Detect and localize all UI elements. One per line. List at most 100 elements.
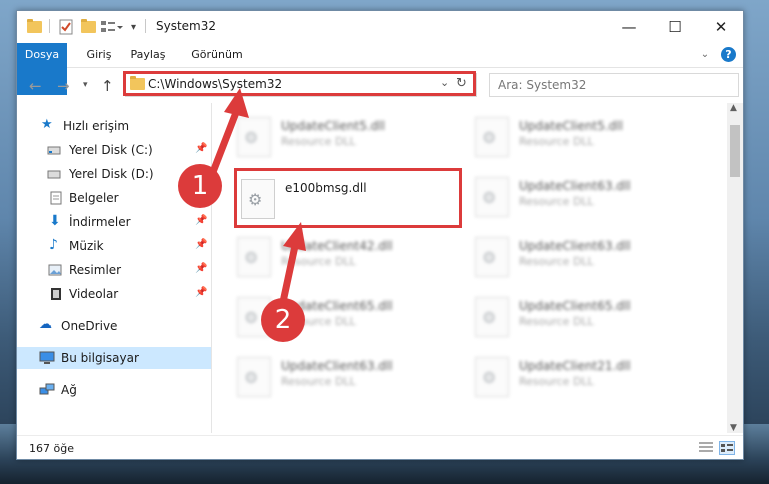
cloud-icon: ☁ <box>39 317 52 332</box>
list-item[interactable]: UpdateClient42.dll Resource DLL <box>225 229 455 281</box>
tab-share[interactable]: Paylaş <box>125 43 171 67</box>
video-icon <box>49 287 63 301</box>
step-1-badge: 1 <box>178 164 222 208</box>
expand-ribbon-icon[interactable]: ⌄ <box>697 43 713 67</box>
sidebar-item-label: Müzik <box>69 239 104 253</box>
list-item[interactable]: UpdateClient5.dll Resource DLL <box>225 109 455 161</box>
divider <box>49 19 50 33</box>
list-item[interactable]: UpdateClient63.dll Resource DLL <box>463 169 693 221</box>
sidebar-item-drive-c[interactable]: Yerel Disk (C:) 📌 <box>17 139 211 161</box>
file-type: Resource DLL <box>281 135 356 148</box>
file-type: Resource DLL <box>519 315 594 328</box>
list-item[interactable]: UpdateClient21.dll Resource DLL <box>463 349 693 401</box>
minimize-button[interactable]: — <box>606 11 652 43</box>
pin-icon[interactable]: 📌 <box>195 143 207 154</box>
sidebar-item-label: Resimler <box>69 263 122 277</box>
sidebar-item-music[interactable]: ♪ Müzik 📌 <box>17 235 211 257</box>
file-list: UpdateClient5.dll Resource DLL UpdateCli… <box>225 103 727 433</box>
scroll-down-icon[interactable]: ▼ <box>730 423 737 433</box>
ribbon-tabs: Dosya Giriş Paylaş Görünüm ⌄ ? <box>17 43 743 95</box>
tiles-view-icon[interactable] <box>719 441 735 455</box>
sidebar-item-videos[interactable]: Videolar 📌 <box>17 283 211 305</box>
list-item[interactable]: UpdateClient63.dll Resource DLL <box>225 349 455 401</box>
sidebar-item-onedrive[interactable]: ☁ OneDrive <box>17 315 211 337</box>
close-button[interactable]: ✕ <box>698 11 744 43</box>
sidebar-item-label: Yerel Disk (D:) <box>69 167 154 181</box>
dll-file-icon <box>475 117 509 157</box>
sidebar-item-label: İndirmeler <box>69 215 131 229</box>
list-item[interactable]: UpdateClient65.dll Resource DLL <box>225 289 455 341</box>
sidebar-item-quick-access[interactable]: ★ Hızlı erişim <box>17 115 211 137</box>
properties-icon[interactable] <box>59 19 73 35</box>
search-box[interactable]: Ara: System32 <box>489 73 739 97</box>
drive-icon <box>47 143 61 157</box>
maximize-button[interactable]: ☐ <box>652 11 698 43</box>
network-icon <box>39 383 55 397</box>
recent-locations-icon[interactable]: ▾ <box>83 80 88 90</box>
sidebar-item-this-pc[interactable]: Bu bilgisayar <box>17 347 211 369</box>
file-name: UpdateClient65.dll <box>519 299 631 313</box>
scrollbar-thumb[interactable] <box>730 125 740 177</box>
title-bar: ▾ System32 — ☐ ✕ <box>17 11 743 43</box>
picture-icon <box>48 263 62 277</box>
file-type: Resource DLL <box>519 255 594 268</box>
pin-icon[interactable]: 📌 <box>195 263 207 274</box>
tab-home[interactable]: Giriş <box>79 43 119 67</box>
star-icon: ★ <box>41 117 53 132</box>
navigation-bar: ← → ▾ ↑ C:\Windows\System32 ⌄ ↻ Ara: Sys… <box>17 68 743 102</box>
list-item[interactable]: UpdateClient5.dll Resource DLL <box>463 109 693 161</box>
status-bar: 167 öğe <box>17 435 743 460</box>
file-explorer-window: ▾ System32 — ☐ ✕ Dosya Giriş Paylaş Görü… <box>16 10 744 460</box>
dll-file-icon <box>475 177 509 217</box>
view-options-icon[interactable] <box>101 19 123 35</box>
search-input[interactable]: Ara: System32 <box>498 78 586 92</box>
pane-divider[interactable] <box>211 103 212 433</box>
file-name: UpdateClient21.dll <box>519 359 631 373</box>
scroll-up-icon[interactable]: ▲ <box>730 103 737 113</box>
pin-icon[interactable]: 📌 <box>195 287 207 298</box>
file-type: Resource DLL <box>519 375 594 388</box>
window-title: System32 <box>156 19 217 33</box>
folder-icon <box>27 19 42 35</box>
new-folder-icon[interactable] <box>81 19 96 35</box>
dll-file-icon <box>475 237 509 277</box>
forward-arrow-icon[interactable]: → <box>57 77 70 95</box>
details-view-icon[interactable] <box>699 441 713 453</box>
dll-file-icon <box>237 237 271 277</box>
download-icon: ⬇ <box>49 213 61 229</box>
list-item[interactable]: UpdateClient65.dll Resource DLL <box>463 289 693 341</box>
sidebar-item-label: Hızlı erişim <box>63 119 130 133</box>
dll-file-icon <box>475 297 509 337</box>
file-name: UpdateClient63.dll <box>281 359 393 373</box>
navigation-pane: ★ Hızlı erişim Yerel Disk (C:) 📌 Yerel D… <box>17 103 211 433</box>
file-type: Resource DLL <box>519 195 594 208</box>
document-icon <box>49 191 63 205</box>
file-name: UpdateClient5.dll <box>519 119 623 133</box>
sidebar-item-network[interactable]: Ağ <box>17 379 211 401</box>
pin-icon[interactable]: 📌 <box>195 239 207 250</box>
file-type: Resource DLL <box>281 255 356 268</box>
dll-file-icon <box>475 357 509 397</box>
list-item[interactable]: UpdateClient63.dll Resource DLL <box>463 229 693 281</box>
customize-quick-access-icon[interactable]: ▾ <box>131 19 136 35</box>
file-type: Resource DLL <box>519 135 594 148</box>
file-type: Resource DLL <box>281 375 356 388</box>
up-arrow-icon[interactable]: ↑ <box>101 77 114 95</box>
sidebar-item-pictures[interactable]: Resimler 📌 <box>17 259 211 281</box>
item-count: 167 öğe <box>29 442 74 455</box>
help-button[interactable]: ? <box>721 47 736 62</box>
dll-file-icon <box>237 357 271 397</box>
step-2-badge: 2 <box>261 298 305 342</box>
file-name: UpdateClient5.dll <box>281 119 385 133</box>
dll-file-icon <box>237 117 271 157</box>
vertical-scrollbar[interactable]: ▲ ▼ <box>727 103 743 433</box>
sidebar-item-downloads[interactable]: ⬇ İndirmeler 📌 <box>17 211 211 233</box>
music-icon: ♪ <box>49 237 58 253</box>
back-arrow-icon[interactable]: ← <box>29 77 42 95</box>
sidebar-item-label: Belgeler <box>69 191 119 205</box>
tab-view[interactable]: Görünüm <box>187 43 247 67</box>
pin-icon[interactable]: 📌 <box>195 215 207 226</box>
divider <box>145 19 146 33</box>
sidebar-item-label: Videolar <box>69 287 119 301</box>
sidebar-item-label: Bu bilgisayar <box>61 351 139 365</box>
